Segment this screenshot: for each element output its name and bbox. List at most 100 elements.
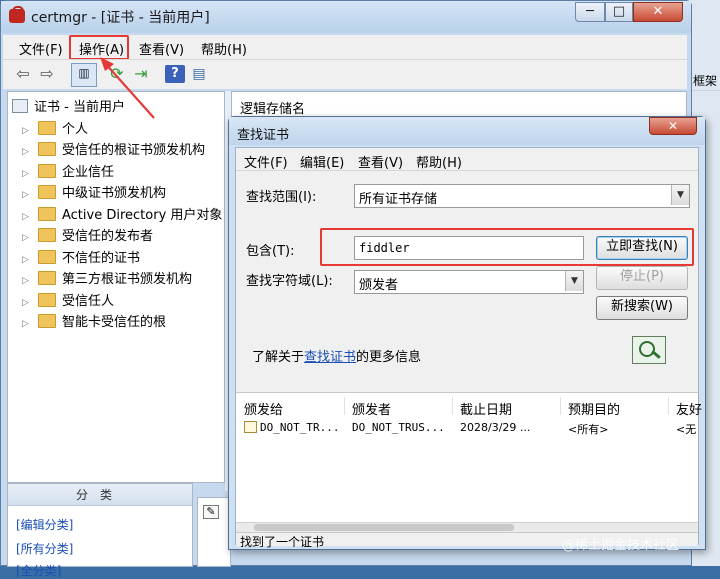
tree-item-trusted-root[interactable]: ▷ 受信任的根证书颁发机构 (22, 139, 205, 160)
expand-arrow-icon[interactable]: ▷ (22, 190, 34, 200)
column-header-expiration[interactable]: 截止日期 (460, 399, 512, 418)
scope-label: 查找范围(I): (246, 190, 317, 205)
dialog-menu-file[interactable]: 文件(F) (244, 152, 288, 171)
scope-select-value: 所有证书存储 (359, 192, 438, 207)
tree-item-trusted-people[interactable]: ▷ 受信任人 (22, 290, 114, 311)
expand-arrow-icon[interactable]: ▷ (22, 233, 34, 243)
contains-highlight-box (320, 228, 694, 266)
refresh-icon[interactable]: ⟳ (107, 65, 127, 83)
learn-more-text: 了解关于查找证书的更多信息 (252, 346, 421, 365)
cell-issued-to: DO_NOT_TR... (260, 421, 340, 434)
tree-item-personal[interactable]: ▷ 个人 (22, 118, 88, 139)
folder-icon (38, 293, 56, 307)
menu-view[interactable]: 查看(V) (139, 39, 184, 58)
divider (236, 170, 698, 171)
expand-arrow-icon[interactable]: ▷ (22, 212, 34, 222)
tree-item-trusted-publishers[interactable]: ▷ 受信任的发布者 (22, 225, 153, 246)
expand-arrow-icon[interactable]: ▷ (22, 169, 34, 179)
find-certificate-help-link[interactable]: 查找证书 (304, 350, 356, 365)
column-separator[interactable] (344, 397, 345, 415)
tree-item-enterprise-trust[interactable]: ▷ 企业信任 (22, 161, 114, 182)
maximize-button[interactable]: □ (605, 2, 633, 22)
expand-arrow-icon[interactable]: ▷ (22, 126, 34, 136)
certificate-tree: 证书 - 当前用户 ▷ 个人 ▷ 受信任的根证书颁发机构 ▷ 企业信任 ▷ 中级证书颁发… (7, 91, 225, 483)
tree-item-third-party-root[interactable]: ▷ 第三方根证书颁发机构 (22, 268, 192, 289)
column-separator[interactable] (560, 397, 561, 415)
cell-friendly-name: <无 (676, 423, 697, 436)
edit-icon[interactable]: ✎ (203, 505, 219, 519)
toolbar: ⇦ ⇨ ▥ ⟳ ⇥ ? ▤ (3, 59, 687, 89)
menu-file[interactable]: 文件(F) (19, 39, 63, 58)
dialog-title-bar: 查找证书 ✕ (229, 117, 705, 145)
window-title: certmgr - [证书 - 当前用户] (31, 10, 210, 26)
folder-icon (38, 142, 56, 156)
expand-arrow-icon[interactable]: ▷ (22, 255, 34, 265)
properties-icon[interactable]: ▤ (189, 65, 209, 83)
dialog-title: 查找证书 (237, 128, 290, 143)
background-window-label: 框架 (693, 74, 718, 88)
column-header-friendly-name[interactable]: 友好 (676, 399, 702, 418)
cell-purpose: <所有> (568, 423, 609, 436)
action-menu-highlight-box (69, 35, 129, 60)
new-search-button[interactable]: 新搜索(W) (596, 296, 688, 320)
tree-item-intermediate[interactable]: ▷ 中级证书颁发机构 (22, 182, 166, 203)
tree-item-label: 智能卡受信任的根 (62, 315, 167, 330)
horizontal-scrollbar[interactable] (236, 522, 698, 532)
more-categories-link[interactable]: [全分类] (16, 562, 61, 579)
expand-arrow-icon[interactable]: ▷ (22, 298, 34, 308)
expand-arrow-icon[interactable]: ▷ (22, 319, 34, 329)
certificate-store-icon (12, 99, 28, 113)
close-button[interactable]: ✕ (633, 2, 683, 22)
minimize-button[interactable]: ─ (575, 2, 605, 22)
category-panel: 分类 [编辑分类] [所有分类] [全分类] (7, 483, 193, 578)
dialog-menu-edit[interactable]: 编辑(E) (300, 152, 344, 171)
scrollbar-thumb[interactable] (254, 524, 514, 531)
results-list: 颁发给 颁发者 截止日期 预期目的 友好 DO_NOT_TR... DO_NOT… (236, 392, 702, 522)
show-tree-icon[interactable]: ▥ (71, 63, 97, 87)
column-separator[interactable] (452, 397, 453, 415)
tree-item-label: 受信任人 (62, 294, 115, 309)
search-field-label: 查找字符域(L): (246, 274, 333, 289)
tree-item-label: Active Directory 用户对象 (62, 208, 223, 223)
search-field-select[interactable]: 颁发者 ▼ (354, 270, 584, 294)
column-header-issued-to[interactable]: 颁发给 (244, 399, 283, 418)
column-separator[interactable] (668, 397, 669, 415)
tree-item-untrusted[interactable]: ▷ 不信任的证书 (22, 247, 140, 268)
category-header: 分类 (8, 484, 192, 506)
expand-arrow-icon[interactable]: ▷ (22, 147, 34, 157)
scope-select[interactable]: 所有证书存储 ▼ (354, 184, 690, 208)
tree-root[interactable]: 证书 - 当前用户 (12, 96, 125, 115)
search-field-select-value: 颁发者 (359, 278, 399, 293)
back-arrow-icon[interactable]: ⇦ (13, 65, 33, 83)
folder-icon (38, 314, 56, 328)
expand-arrow-icon[interactable]: ▷ (22, 276, 34, 286)
table-row[interactable]: DO_NOT_TR... DO_NOT_TRUS... 2028/3/29 ..… (238, 419, 698, 437)
help-icon[interactable]: ? (165, 65, 185, 83)
chevron-down-icon[interactable]: ▼ (671, 185, 689, 205)
certmgr-app-icon (9, 6, 25, 23)
chevron-down-icon[interactable]: ▼ (565, 271, 583, 291)
dialog-menu-view[interactable]: 查看(V) (358, 152, 403, 171)
forward-arrow-icon[interactable]: ⇨ (37, 65, 57, 83)
dialog-menu-bar: 文件(F) 编辑(E) 查看(V) 帮助(H) (236, 148, 698, 171)
tree-item-smart-card-root[interactable]: ▷ 智能卡受信任的根 (22, 311, 166, 332)
menu-help[interactable]: 帮助(H) (201, 39, 247, 58)
stop-button[interactable]: 停止(P) (596, 266, 688, 290)
folder-icon (38, 121, 56, 135)
dialog-close-button[interactable]: ✕ (649, 117, 697, 135)
folder-icon (38, 228, 56, 242)
export-list-icon[interactable]: ⇥ (131, 65, 151, 83)
tree-item-active-directory[interactable]: ▷ Active Directory 用户对象 (22, 204, 222, 225)
edit-category-link[interactable]: [编辑分类] (16, 516, 73, 533)
store-list-header: 逻辑存储名 (231, 91, 687, 119)
learn-more-prefix: 了解关于 (252, 350, 305, 365)
tree-item-label: 受信任的根证书颁发机构 (62, 143, 206, 158)
all-categories-link[interactable]: [所有分类] (16, 540, 73, 557)
column-header-store-name[interactable]: 逻辑存储名 (240, 98, 305, 117)
column-header-purpose[interactable]: 预期目的 (568, 399, 620, 418)
tree-item-label: 不信任的证书 (62, 251, 141, 266)
dialog-menu-help[interactable]: 帮助(H) (416, 152, 462, 171)
tree-item-label: 企业信任 (62, 165, 115, 180)
find-certificate-dialog: 查找证书 ✕ 文件(F) 编辑(E) 查看(V) 帮助(H) 查找范围(I): … (228, 116, 706, 550)
column-header-issued-by[interactable]: 颁发者 (352, 399, 391, 418)
